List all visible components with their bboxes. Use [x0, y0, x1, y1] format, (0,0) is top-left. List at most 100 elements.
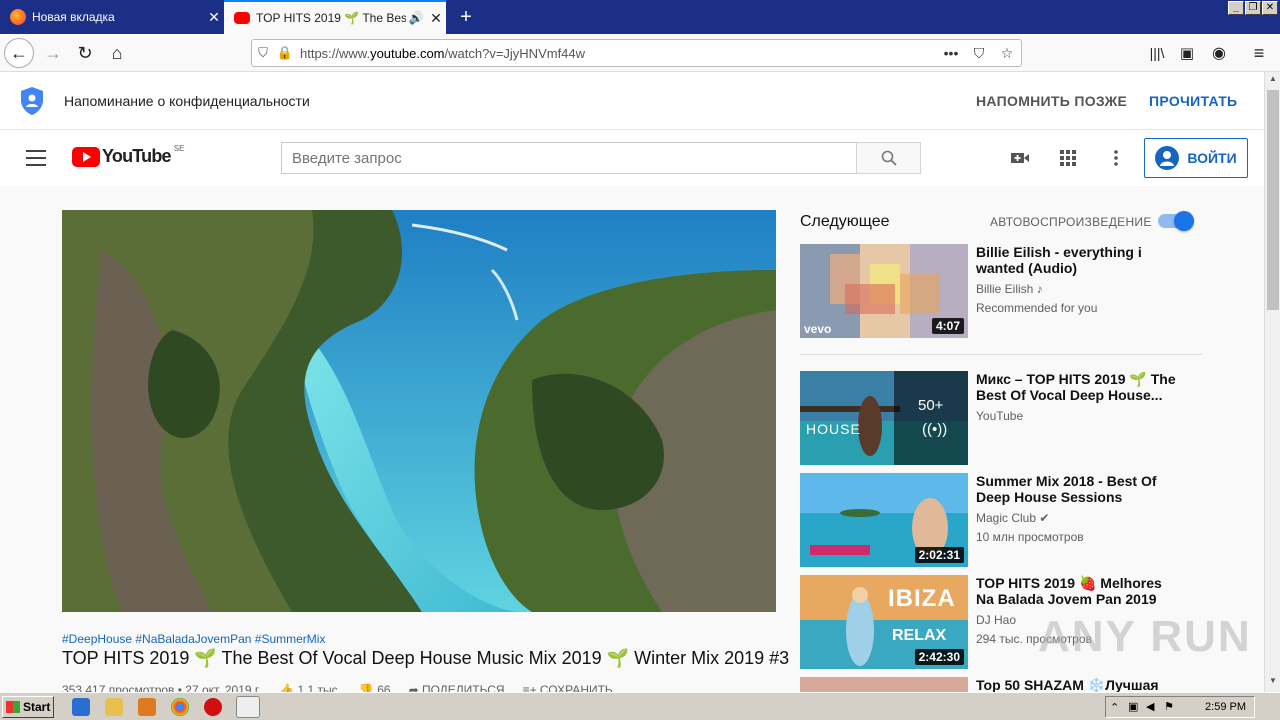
channel-name: DJ Hao: [976, 613, 1017, 627]
recommended-mix[interactable]: HOUSE 50+ ((•)) Микс – TOP HITS 2019 🌱 T…: [800, 371, 1210, 465]
thumbnail-text: HOUSE: [806, 421, 861, 437]
video-title: Billie Eilish - everything i wanted (Aud…: [976, 244, 1142, 276]
bookmark-star-icon[interactable]: ☆: [993, 45, 1021, 62]
firefox-taskbar-button[interactable]: [236, 696, 260, 718]
view-count: 10 млн просмотров: [976, 530, 1084, 544]
search-button[interactable]: [856, 142, 921, 174]
url-text[interactable]: https://www.youtube.com/watch?v=JjyHNVmf…: [296, 46, 937, 61]
tab-new-tab[interactable]: Новая вкладка ✕: [0, 0, 224, 34]
privacy-reminder-banner: Напоминание о конфиденциальности НАПОМНИ…: [0, 72, 1264, 130]
youtube-masthead: YouTube SE ВОЙТИ: [0, 130, 1264, 186]
channel-name: Billie Eilish ♪: [976, 282, 1043, 296]
network-icon[interactable]: ▣: [1128, 700, 1138, 713]
video-title: TOP HITS 2019 🍓 Melhores Na Balada Jovem…: [976, 575, 1162, 607]
search-icon: [881, 150, 897, 166]
firefox-icon: [10, 9, 26, 25]
hamburger-menu-icon[interactable]: ≡: [1244, 38, 1274, 68]
recommended-video[interactable]: Top 50 SHAZAM ❄️Лучшая: [800, 677, 1210, 692]
reload-button[interactable]: ↻: [70, 38, 100, 68]
video-frame-image: [62, 210, 776, 612]
youtube-play-icon: [72, 146, 100, 167]
up-next-heading: Следующее: [800, 213, 890, 230]
library-icon[interactable]: |||\: [1142, 38, 1172, 68]
video-thumbnail[interactable]: 2:02:31: [800, 473, 968, 567]
lock-icon[interactable]: 🔒: [274, 45, 296, 61]
media-player-icon[interactable]: [138, 698, 156, 716]
flag-icon[interactable]: ⚑: [1164, 700, 1174, 713]
video-sub-info: Recommended for you: [976, 301, 1098, 315]
pocket-icon[interactable]: ⛉: [965, 45, 993, 62]
video-duration: 4:07: [931, 318, 964, 334]
chrome-icon[interactable]: [171, 698, 189, 716]
volume-icon[interactable]: ◀: [1146, 700, 1154, 713]
account-icon[interactable]: ◉: [1204, 38, 1234, 68]
country-code: SE: [173, 144, 185, 153]
logo-wordmark: YouTube: [102, 146, 172, 166]
avatar-icon: [1155, 146, 1180, 170]
scroll-down-arrow[interactable]: ▼: [1266, 676, 1280, 690]
sidebar-icon[interactable]: ▣: [1172, 38, 1202, 68]
start-button[interactable]: Start: [2, 696, 54, 718]
apps-grid-icon[interactable]: [1058, 148, 1078, 168]
tab-title: TOP HITS 2019 🌱 The Best Of: [256, 11, 406, 25]
more-options-icon[interactable]: [1106, 148, 1126, 168]
thumbnail-text: IBIZA: [888, 585, 956, 612]
windows-logo-icon: [6, 701, 20, 713]
search-input[interactable]: [281, 142, 857, 174]
ie-icon[interactable]: [72, 698, 90, 716]
url-bar[interactable]: ⛉ 🔒 https://www.youtube.com/watch?v=JjyH…: [251, 39, 1022, 67]
navigation-toolbar: ← → ↻ ⌂ ⛉ 🔒 https://www.youtube.com/watc…: [0, 34, 1280, 72]
page-actions-icon[interactable]: •••: [937, 45, 965, 61]
guide-menu-icon[interactable]: [26, 150, 46, 166]
scrollbar-thumb[interactable]: [1267, 90, 1279, 310]
video-title: Микс – TOP HITS 2019 🌱 The Best Of Vocal…: [976, 371, 1176, 403]
restore-button[interactable]: ❐: [1245, 1, 1261, 15]
video-title: TOP HITS 2019 🌱 The Best Of Vocal Deep H…: [62, 648, 790, 668]
close-window-button[interactable]: ✕: [1262, 1, 1278, 15]
sign-in-label: ВОЙТИ: [1187, 150, 1237, 166]
video-player[interactable]: [62, 210, 776, 612]
channel-name: YouTube: [976, 409, 1024, 423]
remind-later-button[interactable]: НАПОМНИТЬ ПОЗЖЕ: [976, 93, 1127, 109]
close-tab-icon[interactable]: ✕: [204, 9, 224, 26]
recommended-video[interactable]: 2:02:31 Summer Mix 2018 - Best Of Deep H…: [800, 473, 1210, 567]
video-thumbnail[interactable]: HOUSE 50+ ((•)): [800, 371, 968, 465]
thumbnail-subtext: RELAX: [892, 627, 947, 644]
youtube-logo[interactable]: YouTube SE: [72, 144, 185, 167]
create-video-icon[interactable]: [1010, 148, 1030, 168]
shield-icon: [21, 87, 43, 115]
video-thumbnail[interactable]: IBIZA RELAX 2:42:30: [800, 575, 968, 669]
explorer-icon[interactable]: [105, 698, 123, 716]
browser-tab-strip: Новая вкладка ✕ TOP HITS 2019 🌱 The Best…: [0, 0, 1280, 34]
channel-name: Magic Club ✔: [976, 511, 1050, 525]
new-tab-button[interactable]: +: [452, 4, 480, 30]
speaker-icon[interactable]: 🔊: [406, 11, 426, 25]
video-thumbnail[interactable]: vevo 4:07: [800, 244, 968, 338]
scroll-up-arrow[interactable]: ▲: [1266, 74, 1280, 88]
recommended-video[interactable]: vevo 4:07 Billie Eilish - everything i w…: [800, 244, 1210, 338]
page-scrollbar[interactable]: ▲ ▼: [1264, 72, 1280, 692]
video-thumbnail[interactable]: [800, 677, 968, 692]
sign-in-button[interactable]: ВОЙТИ: [1144, 138, 1248, 178]
autoplay-label: АВТОВОСПРОИЗВЕДЕНИЕ: [990, 215, 1152, 229]
video-title: Summer Mix 2018 - Best Of Deep House Ses…: [976, 473, 1157, 505]
shield-icon[interactable]: ⛉: [252, 45, 274, 61]
back-button[interactable]: ←: [4, 38, 34, 68]
video-duration: 2:42:30: [914, 649, 964, 665]
read-button[interactable]: ПРОЧИТАТЬ: [1149, 93, 1237, 109]
opera-icon[interactable]: [204, 698, 222, 716]
mix-count: 50+: [918, 397, 944, 414]
video-hashtags[interactable]: #DeepHouse #NaBaladaJovemPan #SummerMix: [62, 632, 325, 646]
forward-button[interactable]: →: [38, 38, 68, 68]
close-tab-icon[interactable]: ✕: [426, 10, 446, 27]
tab-youtube[interactable]: TOP HITS 2019 🌱 The Best Of 🔊 ✕: [224, 0, 446, 34]
tab-title: Новая вкладка: [32, 10, 115, 24]
sidebar-divider: [800, 354, 1202, 355]
minimize-button[interactable]: _: [1228, 1, 1244, 15]
tray-arrow-icon[interactable]: ⌃: [1110, 701, 1119, 714]
home-button[interactable]: ⌂: [102, 38, 132, 68]
video-title: Top 50 SHAZAM ❄️Лучшая: [976, 677, 1159, 692]
youtube-icon: [234, 12, 250, 24]
autoplay-toggle[interactable]: [1158, 211, 1194, 231]
mix-broadcast-icon: ((•)): [922, 421, 948, 438]
